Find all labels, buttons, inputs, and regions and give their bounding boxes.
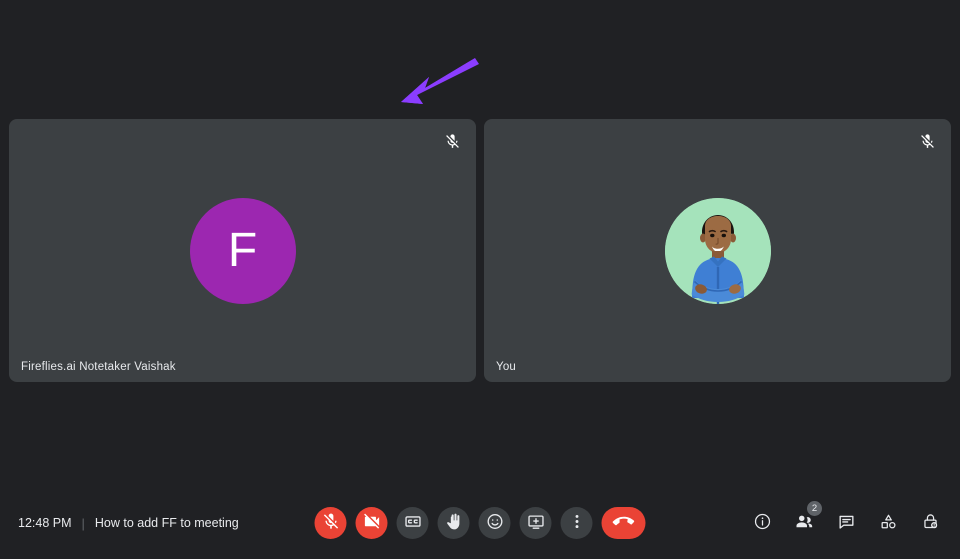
raise-hand-icon <box>444 512 463 534</box>
reactions-button[interactable] <box>478 507 511 539</box>
participant-name: Fireflies.ai Notetaker Vaishak <box>21 361 176 373</box>
meeting-info-divider: | <box>81 515 85 531</box>
end-call-icon <box>612 511 635 536</box>
meeting-name: How to add FF to meeting <box>94 516 239 530</box>
chat-button[interactable] <box>830 507 862 539</box>
mic-off-icon <box>439 128 465 154</box>
lock-icon <box>921 512 940 534</box>
activities-button[interactable] <box>872 507 904 539</box>
info-icon <box>753 512 772 534</box>
captions-button[interactable] <box>396 507 429 539</box>
primary-controls <box>314 487 646 559</box>
avatar-container: F <box>9 119 476 382</box>
meeting-info: 12:48 PM | How to add FF to meeting <box>18 487 239 559</box>
camera-button[interactable] <box>355 507 388 539</box>
mic-off-icon <box>914 128 940 154</box>
emoji-icon <box>485 512 504 534</box>
meeting-time: 12:48 PM <box>18 516 72 530</box>
participant-name: You <box>496 361 517 373</box>
chat-icon <box>837 512 856 534</box>
present-screen-icon <box>526 512 545 534</box>
secondary-controls: 2 <box>746 487 946 559</box>
video-stage: F Fireflies.ai Notetaker Vaishak You <box>0 0 960 487</box>
avatar-container <box>484 119 951 382</box>
end-call-button[interactable] <box>601 507 646 539</box>
avatar-photo <box>664 197 771 304</box>
people-count-badge: 2 <box>807 501 822 516</box>
mic-off-icon <box>321 512 340 534</box>
avatar-initial: F <box>189 197 296 304</box>
more-vertical-icon <box>567 512 586 534</box>
raise-hand-button[interactable] <box>437 507 470 539</box>
more-options-button[interactable] <box>560 507 593 539</box>
video-off-icon <box>362 512 381 534</box>
closed-caption-icon <box>403 512 422 534</box>
meeting-control-bar: 12:48 PM | How to add FF to meeting 2 <box>0 487 960 559</box>
meeting-details-button[interactable] <box>746 507 778 539</box>
microphone-button[interactable] <box>314 507 347 539</box>
present-button[interactable] <box>519 507 552 539</box>
participant-tile-you[interactable]: You <box>484 119 951 382</box>
people-button[interactable]: 2 <box>788 501 822 539</box>
host-controls-button[interactable] <box>914 507 946 539</box>
activities-icon <box>879 512 898 534</box>
participant-tile-fireflies[interactable]: F Fireflies.ai Notetaker Vaishak <box>9 119 476 382</box>
annotation-arrow-icon <box>395 52 483 112</box>
